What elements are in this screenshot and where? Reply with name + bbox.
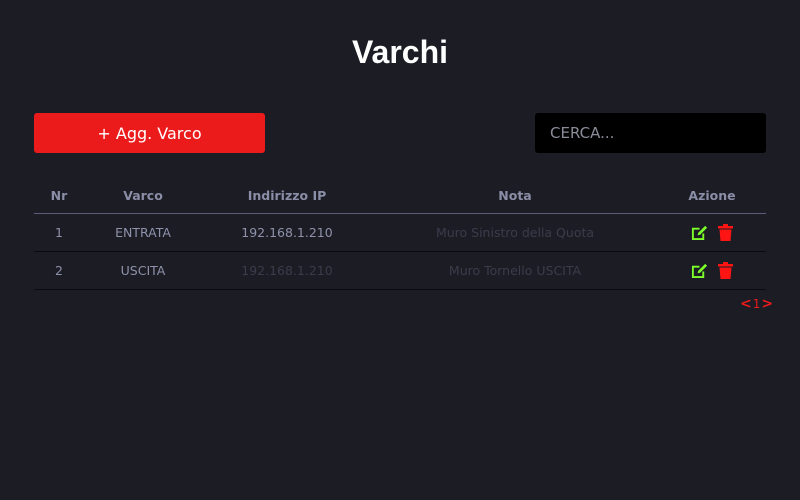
table-header-row: Nr Varco Indirizzo IP Nota Azione [34, 178, 766, 214]
cell-varco: ENTRATA [84, 213, 202, 252]
cell-nr: 2 [34, 251, 84, 290]
column-header-varco: Varco [84, 178, 202, 214]
table-row: 2 USCITA 192.168.1.210 Muro Tornello USC… [34, 251, 766, 290]
table-row: 1 ENTRATA 192.168.1.210 Muro Sinistro de… [34, 213, 766, 252]
column-header-nota: Nota [372, 178, 658, 214]
varchi-table: Nr Varco Indirizzo IP Nota Azione 1 ENTR… [34, 178, 766, 290]
cell-ip: 192.168.1.210 [202, 251, 372, 290]
trash-icon[interactable] [715, 261, 735, 281]
trash-icon[interactable] [715, 223, 735, 243]
pagination-prev-button[interactable]: < [740, 296, 752, 312]
add-varco-button[interactable]: + Agg. Varco [34, 113, 265, 153]
edit-icon[interactable] [689, 223, 709, 243]
page-title: Varchi [351, 34, 449, 70]
column-header-azione: Azione [658, 178, 766, 214]
column-header-nr: Nr [34, 178, 84, 214]
cell-ip: 192.168.1.210 [202, 213, 372, 252]
cell-actions [658, 251, 766, 290]
cell-nr: 1 [34, 213, 84, 252]
cell-nota: Muro Tornello USCITA [372, 251, 658, 290]
pagination: < 1 > [740, 296, 773, 312]
column-header-ip: Indirizzo IP [202, 178, 372, 214]
cell-nota: Muro Sinistro della Quota [372, 213, 658, 252]
pagination-next-button[interactable]: > [761, 296, 773, 312]
pagination-current-page[interactable]: 1 [753, 297, 761, 311]
cell-varco: USCITA [84, 251, 202, 290]
search-input[interactable] [535, 113, 766, 153]
edit-icon[interactable] [689, 261, 709, 281]
cell-actions [658, 213, 766, 252]
